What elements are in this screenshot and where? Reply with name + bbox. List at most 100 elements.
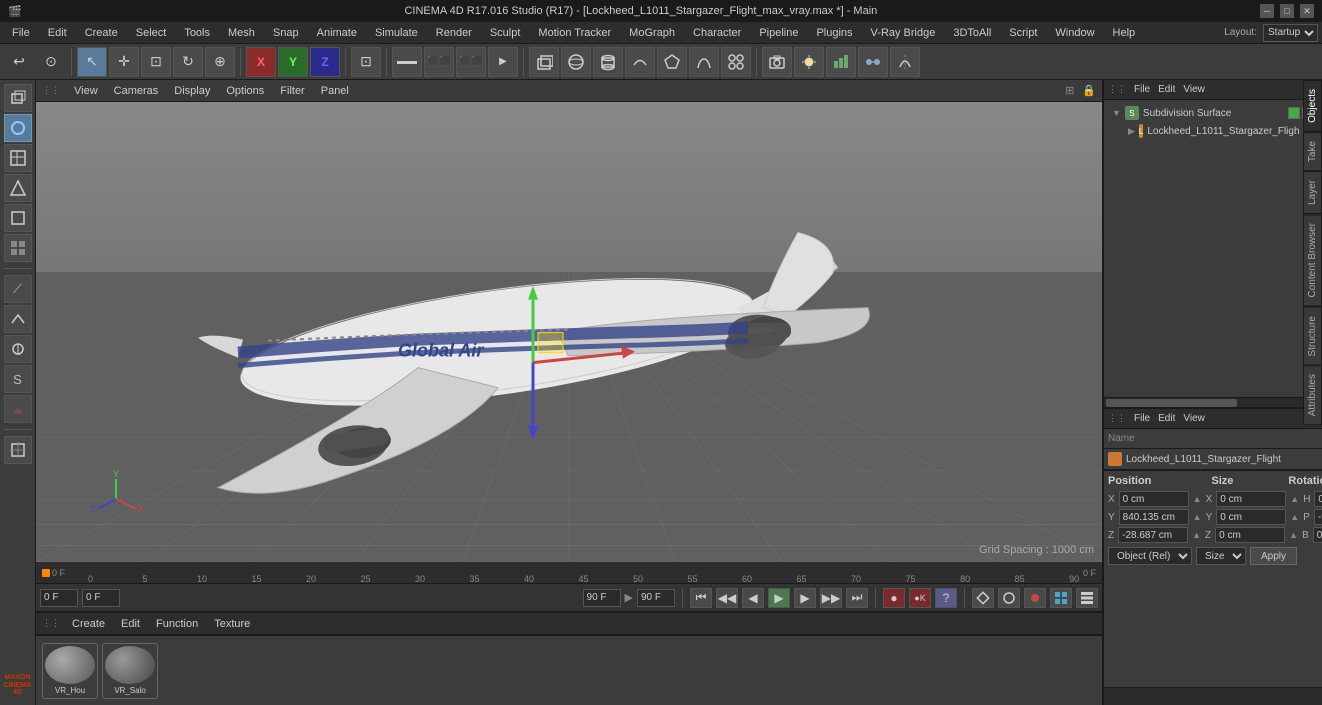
attr-view-menu[interactable]: View [1183,413,1205,424]
objects-edit-menu[interactable]: Edit [1158,84,1175,95]
translate-tool-button[interactable]: ⊕ [205,47,235,77]
object-mode-button[interactable]: ⊡ [351,47,381,77]
objects-view-menu[interactable]: View [1183,84,1205,95]
render-preview-button[interactable]: ▶ [488,47,518,77]
attr-file-menu[interactable]: File [1134,413,1150,424]
size-x-input[interactable] [1216,491,1286,507]
material-thumb-2[interactable]: VR_Salo [102,643,158,699]
viewport-menu-display[interactable]: Display [168,83,216,99]
size-y-input[interactable] [1216,509,1286,525]
menu-file[interactable]: File [4,25,38,41]
sculpt-tool-1[interactable]: ⟋ [4,275,32,303]
sculpt-tool-5[interactable] [4,395,32,423]
menu-create[interactable]: Create [77,25,126,41]
sculpt-tool-3[interactable] [4,335,32,363]
menu-pipeline[interactable]: Pipeline [751,25,806,41]
size-z-arrow-up[interactable]: ▲ [1289,530,1298,540]
menu-motion-tracker[interactable]: Motion Tracker [530,25,619,41]
prev-frame-button[interactable]: ◀ [742,588,764,608]
menu-sculpt[interactable]: Sculpt [482,25,529,41]
light-button[interactable] [794,47,824,77]
menu-script[interactable]: Script [1001,25,1045,41]
apply-button[interactable]: Apply [1250,547,1297,565]
render-region-button[interactable]: ▬▬ [392,47,422,77]
mat-menu-function[interactable]: Function [152,617,202,631]
layout-dropdown[interactable]: Startup [1263,24,1318,42]
playback-expand-icon[interactable]: ▶ [625,591,633,604]
menu-simulate[interactable]: Simulate [367,25,426,41]
menu-plugins[interactable]: Plugins [808,25,860,41]
z-axis-button[interactable]: Z [310,47,340,77]
rotate-tool-button[interactable]: ↻ [173,47,203,77]
spline-button[interactable] [689,47,719,77]
menu-character[interactable]: Character [685,25,749,41]
polygon-mode-button[interactable] [4,234,32,262]
sculpt-tool-2[interactable] [4,305,32,333]
sphere-button[interactable] [561,47,591,77]
minimize-button[interactable]: ─ [1260,4,1274,18]
viewport-menu-panel[interactable]: Panel [315,83,355,99]
menu-edit[interactable]: Edit [40,25,75,41]
objects-file-menu[interactable]: File [1134,84,1150,95]
check-1a[interactable] [1288,107,1300,119]
tree-item-l1011[interactable]: ▶ L Lockheed_L1011_Stargazer_Fligh [1108,122,1318,140]
play-reverse-button[interactable]: ◀◀ [716,588,738,608]
side-tab-structure[interactable]: Structure [1303,307,1322,366]
select-tool-button[interactable]: ✛ [109,47,139,77]
viewport-menu-options[interactable]: Options [220,83,270,99]
object-mode-button[interactable] [4,114,32,142]
side-tab-attributes[interactable]: Attributes [1303,365,1322,425]
rotation-h-input[interactable] [1314,491,1322,507]
edge-mode-button[interactable] [4,174,32,202]
polygon-button[interactable] [657,47,687,77]
cube-button[interactable] [529,47,559,77]
viewport-lock-icon[interactable]: 🔒 [1082,84,1096,97]
undo-button[interactable]: ↩ [4,47,34,77]
position-y-input[interactable] [1119,509,1189,525]
menu-3dtoall[interactable]: 3DToAll [945,25,999,41]
side-tab-layer[interactable]: Layer [1303,171,1322,214]
render-all-button[interactable]: ⬛⬛ [456,47,486,77]
side-tab-objects[interactable]: Objects [1303,80,1322,132]
nurbs-button[interactable] [625,47,655,77]
position-z-input[interactable] [1118,527,1188,543]
start-frame-input[interactable] [82,589,120,607]
size-dropdown[interactable]: Size [1196,547,1246,565]
menu-render[interactable]: Render [428,25,480,41]
attr-object-row[interactable]: Lockheed_L1011_Stargazer_Flight [1104,449,1322,469]
attr-edit-menu[interactable]: Edit [1158,413,1175,424]
rotation-p-input[interactable] [1314,509,1322,525]
tree-item-subdivision[interactable]: ▼ S Subdivision Surface [1108,104,1318,122]
material-thumb-1[interactable]: VR_Hou [42,643,98,699]
texture-mode-button[interactable] [4,144,32,172]
objects-hscroll-thumb[interactable] [1106,399,1237,407]
position-x-input[interactable] [1119,491,1189,507]
menu-snap[interactable]: Snap [265,25,307,41]
array-button[interactable] [721,47,751,77]
menu-vray-bridge[interactable]: V-Ray Bridge [863,25,944,41]
objects-hscrollbar[interactable] [1104,397,1322,407]
camera-button[interactable] [762,47,792,77]
record-button[interactable]: ● [883,588,905,608]
size-z-input[interactable] [1215,527,1285,543]
snap-tool[interactable] [4,436,32,464]
next-frame-button[interactable]: ▶ [794,588,816,608]
pos-z-arrow-up[interactable]: ▲ [1192,530,1201,540]
menu-help[interactable]: Help [1105,25,1144,41]
side-tab-take[interactable]: Take [1303,132,1322,171]
3d-viewport[interactable]: Perspective [36,102,1102,562]
end-frame-2-input[interactable] [637,589,675,607]
object-rel-dropdown[interactable]: Object (Rel) [1108,547,1192,565]
play-button[interactable]: ▶ [768,588,790,608]
end-frame-1-input[interactable] [583,589,621,607]
curve-editor-button[interactable] [998,588,1020,608]
goto-start-button[interactable]: ⏮ [690,588,712,608]
menu-mograph[interactable]: MoGraph [621,25,683,41]
mat-menu-texture[interactable]: Texture [210,617,254,631]
viewport-menu-cameras[interactable]: Cameras [108,83,165,99]
viewport-expand-icon[interactable]: ⊞ [1065,84,1074,97]
move-tool-button[interactable]: ↖ [77,47,107,77]
render-active-button[interactable]: ⬛⬛ [424,47,454,77]
play-forward-button[interactable]: ▶▶ [820,588,842,608]
mat-menu-create[interactable]: Create [68,617,109,631]
